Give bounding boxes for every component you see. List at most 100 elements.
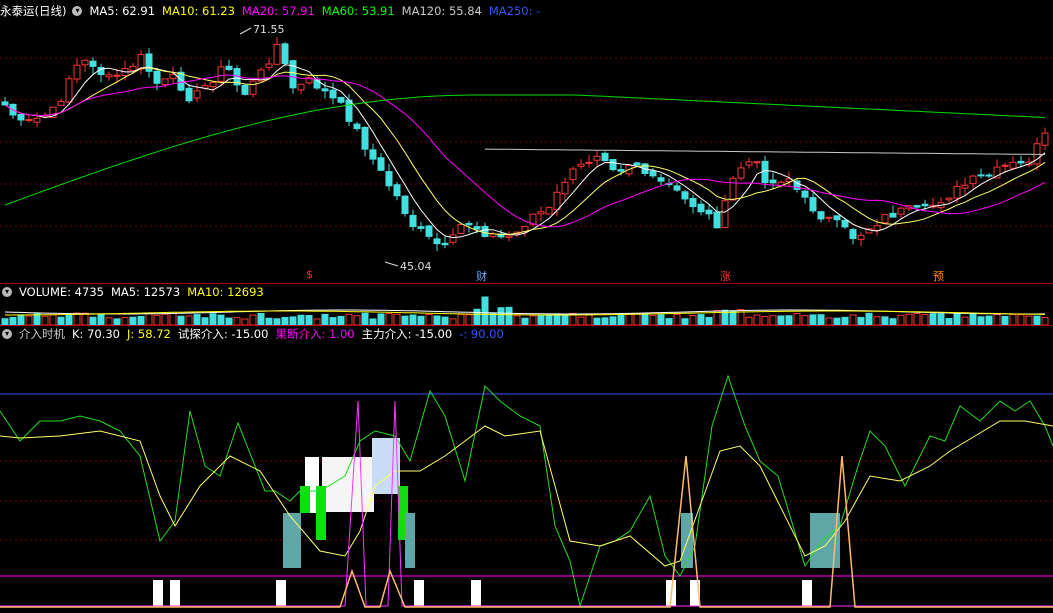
collapse-toggle-icon[interactable]: ▾ (2, 287, 12, 297)
signal-block (300, 486, 310, 513)
candle-body (505, 235, 513, 238)
candle-body (609, 159, 617, 171)
candle-body (129, 65, 137, 72)
volume-bar (65, 313, 73, 326)
candle-body (289, 60, 297, 89)
volume-bar (257, 313, 265, 326)
candle-body (329, 89, 337, 99)
candle-body (457, 223, 465, 234)
candle-body (833, 215, 841, 221)
ma120-line (484, 148, 1046, 155)
volume-bar (897, 314, 905, 326)
volume-ma5-line (4, 309, 1046, 315)
volume-bar (697, 314, 705, 326)
volume-bar (841, 316, 849, 326)
volume-bar (985, 315, 993, 326)
volume-bar (953, 312, 961, 326)
timing-indicator-chart[interactable] (0, 326, 1053, 613)
candle-body (321, 88, 329, 92)
volume-bar (329, 317, 337, 326)
candle-body (1017, 160, 1025, 164)
candle-body (161, 78, 169, 86)
low-price-label: 45.04 (400, 260, 432, 273)
candle-body (953, 185, 961, 199)
volume-bar (657, 314, 665, 326)
volume-bar (633, 312, 641, 326)
candle-body (649, 170, 657, 177)
price-indicator-4: MA120: 55.84 (401, 4, 482, 18)
volume-bar (161, 313, 169, 326)
candle-body (33, 117, 41, 123)
event-marker-rise[interactable]: 涨 (720, 268, 731, 284)
candle-body (585, 161, 593, 164)
volume-bar (393, 313, 401, 326)
candle-body (617, 169, 625, 172)
event-marker-dollar[interactable]: $ (306, 268, 313, 281)
volume-bar (705, 316, 713, 326)
ma5-line (4, 64, 1046, 239)
volume-bar (97, 314, 105, 326)
volume-indicators: VOLUME: 4735 MA5: 12573 MA10: 12693 (19, 285, 271, 299)
candle-body (449, 234, 457, 243)
candle-body (401, 195, 409, 214)
volume-bar (457, 313, 465, 326)
volume-bar (1001, 315, 1009, 326)
candlestick-chart[interactable]: 71.55 45.04 (0, 0, 1053, 283)
volume-bar (881, 316, 889, 326)
volume-bar (57, 316, 65, 326)
candle-body (945, 197, 953, 201)
volume-bar (33, 313, 41, 326)
volume-bar (545, 314, 553, 326)
collapse-toggle-icon[interactable]: ▾ (72, 6, 83, 16)
volume-bar (281, 316, 289, 326)
candle-body (977, 174, 985, 177)
price-indicator-1: MA10: 61.23 (162, 4, 235, 18)
j-line (0, 420, 1053, 567)
candle-body (57, 100, 65, 106)
candle-body (633, 162, 641, 166)
candle-body (1041, 132, 1049, 146)
candle-body (433, 238, 441, 245)
volume-bar (209, 313, 217, 326)
volume-bar (153, 314, 161, 326)
price-panel: 永泰运(日线) ▾ MA5: 62.91 MA10: 61.23 MA20: 57.… (0, 0, 1053, 283)
volume-bar (1017, 314, 1025, 326)
volume-bar (289, 316, 297, 326)
candle-body (657, 177, 665, 182)
event-marker-forecast[interactable]: 预 (933, 268, 944, 284)
volume-bar (217, 314, 225, 326)
volume-bar (529, 315, 537, 326)
volume-bar (305, 315, 313, 326)
entry-marker (802, 580, 812, 606)
timing-indicator-3: 试探介入: -15.00 (177, 327, 269, 341)
candle-body (73, 64, 81, 80)
timing-indicator-2: J: 58.72 (127, 327, 171, 341)
candle-body (345, 99, 353, 122)
volume-bar (121, 316, 129, 326)
event-marker-finance[interactable]: 财 (476, 268, 487, 284)
candle-body (441, 242, 449, 246)
volume-bar (593, 317, 601, 326)
price-indicator-5: MA250: - (488, 4, 541, 18)
volume-bar (745, 316, 753, 326)
volume-bar (969, 312, 977, 326)
decisive-entry-line (0, 400, 1053, 607)
volume-bar (1041, 317, 1049, 326)
candle-body (825, 216, 833, 219)
volume-bar (849, 314, 857, 326)
volume-bar (649, 314, 657, 326)
volume-bar (9, 316, 17, 326)
entry-marker (276, 580, 286, 606)
candle-body (593, 155, 601, 161)
candle-body (353, 123, 361, 130)
candle-body (377, 157, 385, 171)
volume-bar (625, 313, 633, 326)
volume-bar (921, 314, 929, 326)
candle-body (561, 181, 569, 195)
volume-bar (801, 315, 809, 326)
candle-body (1, 101, 9, 106)
volume-bar (689, 314, 697, 326)
collapse-toggle-icon[interactable]: ▾ (2, 329, 12, 339)
candle-body (393, 184, 401, 197)
candle-body (897, 207, 905, 215)
